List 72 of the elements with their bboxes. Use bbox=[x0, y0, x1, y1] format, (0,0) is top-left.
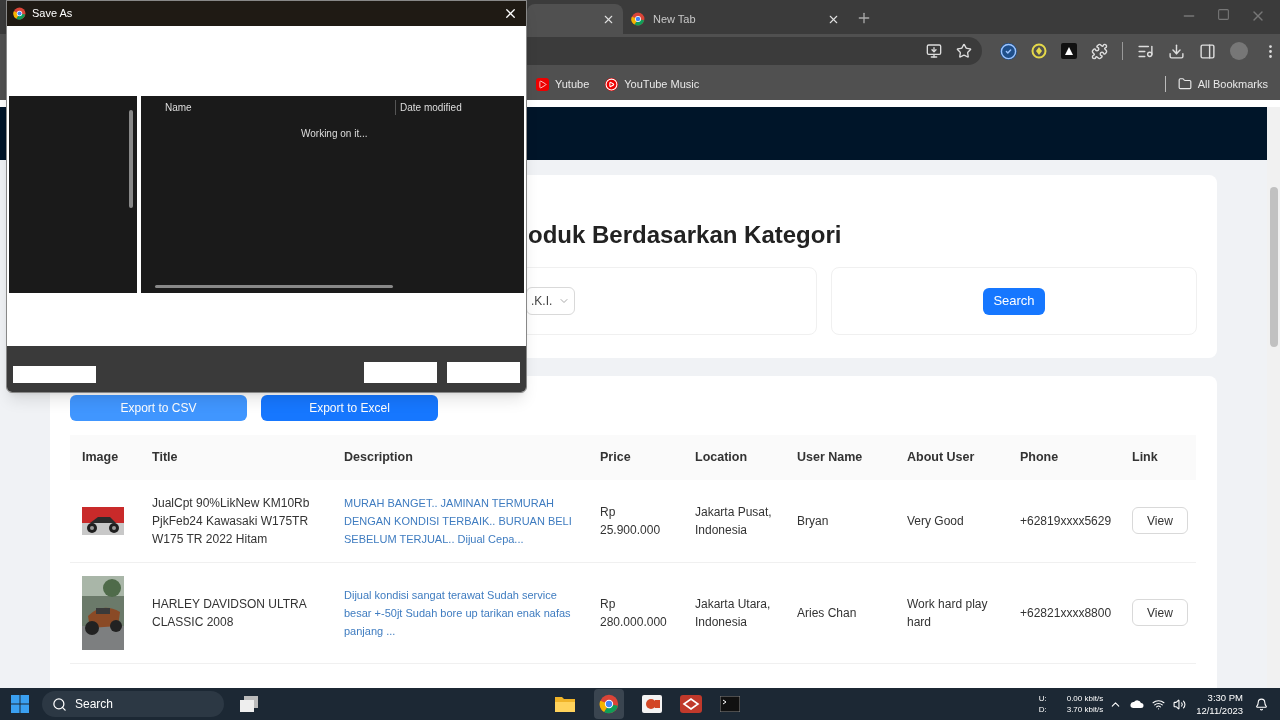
task-view-icon[interactable] bbox=[239, 695, 259, 713]
install-icon[interactable] bbox=[926, 43, 942, 59]
restore-icon[interactable] bbox=[1217, 8, 1230, 21]
table-cell: Very Good bbox=[895, 480, 1008, 562]
download-icon[interactable] bbox=[1168, 42, 1185, 60]
coin-icon[interactable] bbox=[1031, 43, 1047, 59]
side-panel-icon[interactable] bbox=[1199, 42, 1216, 60]
clock-date[interactable]: 12/11/2023 bbox=[1196, 704, 1243, 717]
table-cell: JualCpt 90%LikNew KM10Rb PjkFeb24 Kawasaki W175TR W175 TR 2022 Hitam bbox=[140, 480, 332, 562]
bookmark-link[interactable]: YouTube Music bbox=[605, 75, 700, 93]
column-header[interactable]: Name bbox=[141, 99, 395, 115]
column-header[interactable]: Date modified bbox=[395, 99, 462, 115]
terminal-icon[interactable] bbox=[720, 696, 740, 712]
table-cell: Jakarta Utara, Indonesia bbox=[683, 562, 785, 663]
taskbar-search-field[interactable]: Search bbox=[42, 691, 224, 717]
extensions-icon[interactable] bbox=[1091, 42, 1108, 60]
column-header: About User bbox=[895, 435, 1008, 480]
clock-time[interactable]: 3:30 PM bbox=[1207, 691, 1243, 704]
table-cell: Rp 280.000.000 bbox=[588, 562, 683, 663]
bookmark-link[interactable]: Yutube bbox=[536, 75, 590, 93]
chrome-icon bbox=[599, 694, 619, 714]
table-cell: HARLEY DAVIDSON ULTRA CLASSIC 2008 bbox=[140, 562, 332, 663]
folder-icon bbox=[1177, 77, 1192, 91]
search-icon bbox=[52, 696, 67, 712]
column-header: Phone bbox=[1008, 435, 1120, 480]
column-header: Price bbox=[588, 435, 683, 480]
description-link[interactable]: MURAH BANGET.. JAMINAN TERMURAH DENGAN KONDISI TERBAIK.. BURUAN BELI SEBELUM TERJUAL.. Dijual Cepa... bbox=[332, 480, 588, 562]
upload-label: U: bbox=[1038, 693, 1047, 704]
all-bookmarks-link[interactable]: All Bookmarks bbox=[1177, 75, 1268, 93]
table-cell: Rp 25.900.000 bbox=[588, 480, 683, 562]
wifi-icon[interactable] bbox=[1152, 697, 1166, 711]
chrome-taskbar-button[interactable] bbox=[594, 689, 624, 719]
column-header: Title bbox=[140, 435, 332, 480]
export-button[interactable]: Export to Excel bbox=[261, 395, 438, 421]
table-cell: Aries Chan bbox=[785, 562, 895, 663]
download-rate: 3.70 kbit/s bbox=[1066, 704, 1104, 715]
check-icon[interactable] bbox=[1000, 42, 1017, 60]
table-cell: Jakarta Pusat, Indonesia bbox=[683, 480, 785, 562]
view-button[interactable]: View bbox=[1132, 599, 1188, 626]
chrome-icon bbox=[13, 7, 26, 20]
play-icon bbox=[536, 77, 549, 91]
column-header: User Name bbox=[785, 435, 895, 480]
volume-icon[interactable] bbox=[1173, 697, 1187, 711]
cloud-icon[interactable] bbox=[1130, 698, 1145, 710]
column-header: Description bbox=[332, 435, 588, 480]
scrollbar[interactable] bbox=[1267, 107, 1280, 688]
column-header: Image bbox=[70, 435, 140, 480]
download-label: D: bbox=[1038, 704, 1047, 715]
upload-rate: 0.00 kbit/s bbox=[1066, 693, 1104, 704]
close-icon[interactable] bbox=[503, 6, 518, 21]
table-cell: Work hard play hard bbox=[895, 562, 1008, 663]
column-header: Link bbox=[1120, 435, 1196, 480]
table-cell: Bryan bbox=[785, 480, 895, 562]
table-cell: +62819xxxx5629 bbox=[1008, 480, 1120, 562]
app-icon[interactable] bbox=[680, 695, 702, 713]
play-icon bbox=[605, 77, 619, 91]
horizontal-scrollbar[interactable] bbox=[155, 285, 393, 288]
dialog-title: Save As bbox=[32, 6, 74, 22]
slides-icon[interactable] bbox=[642, 695, 662, 713]
folder-icon[interactable] bbox=[554, 695, 576, 713]
table-cell: +62821xxxx8800 bbox=[1008, 562, 1120, 663]
description-link[interactable]: Dijual kondisi sangat terawat Sudah service besar +-50jt Sudah bore up tarikan enak nafas panjang ... bbox=[332, 562, 588, 663]
column-header: Location bbox=[683, 435, 785, 480]
new-tab-icon[interactable] bbox=[856, 10, 872, 26]
blank-field[interactable] bbox=[13, 366, 96, 383]
loading-message: Working on it... bbox=[301, 127, 369, 141]
search-button[interactable]: Search bbox=[983, 287, 1045, 315]
browser-tab[interactable]: New Tab bbox=[623, 4, 848, 34]
view-button[interactable]: View bbox=[1132, 507, 1188, 535]
notification-icon[interactable] bbox=[1255, 697, 1268, 711]
bookmark-star-icon[interactable] bbox=[956, 43, 972, 59]
page-heading: oduk Berdasarkan Kategori bbox=[528, 220, 843, 250]
